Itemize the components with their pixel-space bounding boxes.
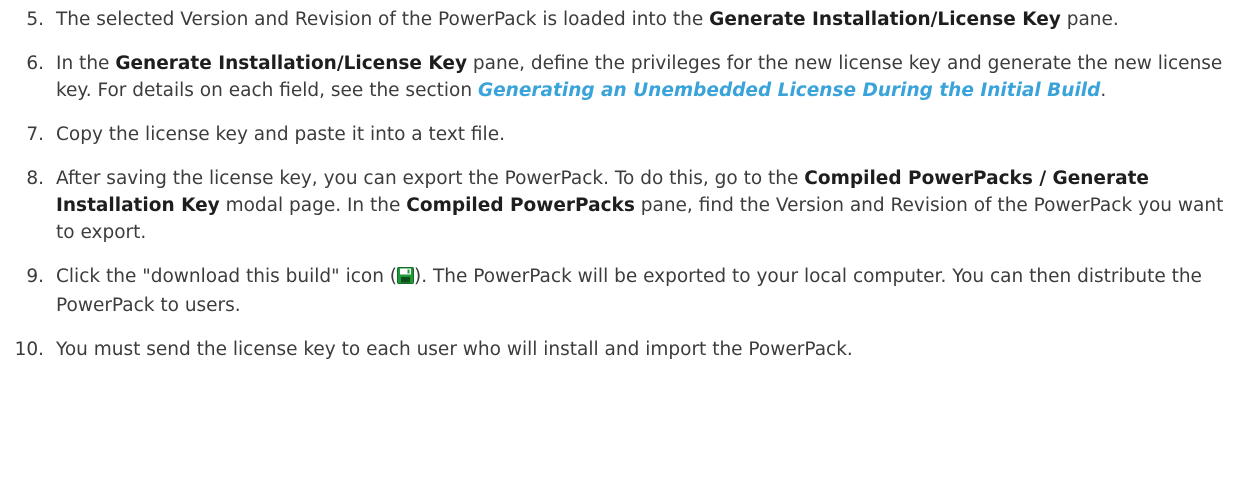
step-number: 10.: [14, 339, 44, 360]
step-9: 9. Click the "download this build" icon (…: [0, 263, 1242, 319]
pane-name-compiled-powerpacks: Compiled PowerPacks: [406, 195, 635, 216]
step-text: modal page. In the: [219, 195, 407, 216]
step-6: 6. In the Generate Installation/License K…: [0, 50, 1242, 104]
step-text: The selected Version and Revision of the…: [56, 9, 710, 30]
step-number: 7.: [26, 124, 44, 145]
step-number: 6.: [26, 53, 44, 74]
step-number: 9.: [26, 266, 44, 287]
pane-name-generate-key: Generate Installation/License Key: [709, 9, 1061, 30]
link-unembedded-license-section[interactable]: Generating an Unembedded License During …: [478, 80, 1100, 101]
step-10: 10. You must send the license key to each…: [0, 336, 1242, 363]
step-text: You must send the license key to each us…: [56, 339, 853, 360]
step-text: In the: [56, 53, 116, 74]
step-7: 7. Copy the license key and paste it into…: [0, 121, 1242, 148]
step-text: pane.: [1060, 9, 1119, 30]
step-8: 8. After saving the license key, you can …: [0, 165, 1242, 246]
step-text: After saving the license key, you can ex…: [56, 168, 805, 189]
save-disk-icon: [397, 265, 415, 292]
pane-name-generate-key: Generate Installation/License Key: [115, 53, 468, 74]
step-text: Copy the license key and paste it into a…: [56, 124, 505, 145]
step-text: Click the "download this build" icon (: [56, 266, 398, 287]
step-number: 8.: [26, 168, 44, 189]
step-text: .: [1100, 80, 1107, 101]
instruction-steps: 5. The selected Version and Revision of t…: [0, 0, 1242, 363]
step-5: 5. The selected Version and Revision of t…: [0, 6, 1242, 33]
step-number: 5.: [26, 9, 44, 30]
